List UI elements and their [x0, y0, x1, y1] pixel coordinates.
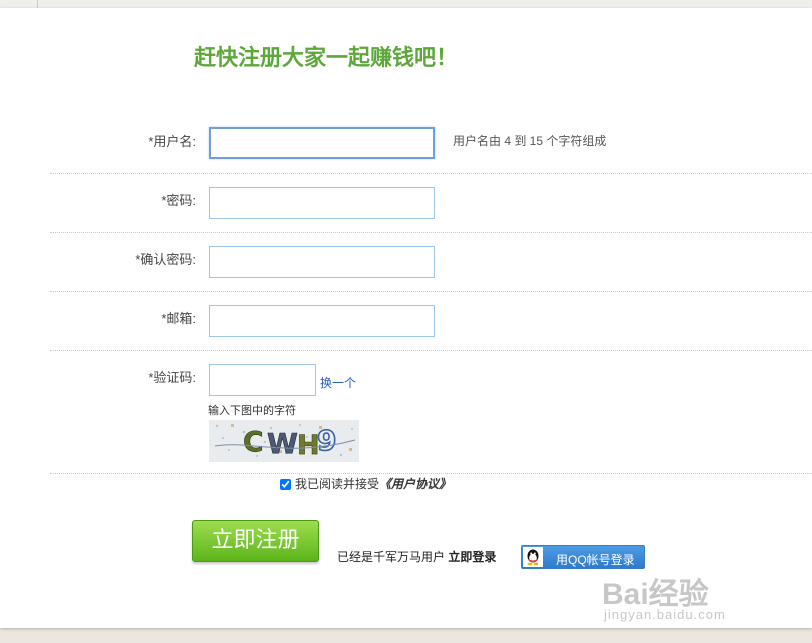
captcha-label: *验证码: [148, 370, 196, 385]
row-divider [50, 173, 812, 174]
already-user-label: 已经是千军万马用户 [337, 550, 446, 564]
register-button[interactable]: 立即注册 [192, 520, 319, 562]
email-row: *邮箱: [50, 305, 812, 337]
confirm-password-label: *确认密码: [135, 252, 196, 267]
login-link[interactable]: 立即登录 [448, 550, 496, 564]
confirm-password-input[interactable] [209, 246, 435, 278]
email-label: *邮箱: [161, 311, 196, 326]
agreement-text: 我已阅读并接受 [295, 477, 380, 491]
top-strip-divider [37, 0, 38, 8]
user-agreement-link[interactable]: 《用户协议》 [379, 477, 451, 491]
agreement-checkbox[interactable] [280, 479, 291, 490]
username-input[interactable] [209, 127, 435, 159]
change-captcha-link[interactable]: 换一个 [320, 374, 356, 391]
username-hint: 用户名由 4 到 15 个字符组成 [453, 134, 607, 148]
qq-penguin-icon [523, 547, 543, 567]
password-label: *密码: [161, 193, 196, 208]
email-input[interactable] [209, 305, 435, 337]
captcha-image[interactable]: C W H 9 [209, 420, 359, 462]
captcha-input[interactable] [209, 364, 316, 396]
username-label: *用户名: [148, 134, 196, 149]
baidu-jingyan-watermark: Bai经验 jingyan.baidu.com [602, 569, 792, 629]
captcha-row: *验证码: 换一个 输入下图中的字符 C W H 9 [50, 364, 812, 464]
qq-login-label: 用QQ帐号登录 [556, 553, 635, 567]
row-divider [50, 291, 812, 292]
captcha-char-c: C [243, 425, 264, 458]
row-divider [50, 350, 812, 351]
password-input[interactable] [209, 187, 435, 219]
captcha-char-w: W [267, 427, 298, 460]
password-row: *密码: [50, 187, 812, 219]
captcha-char-9: 9 [317, 424, 336, 457]
page-title: 赶快注册大家一起赚钱吧！ [193, 45, 458, 71]
captcha-hint: 输入下图中的字符 [208, 405, 296, 417]
row-divider [50, 232, 812, 233]
watermark-url: jingyan.baidu.com [604, 607, 726, 622]
confirm-password-row: *确认密码: [50, 246, 812, 278]
row-divider [50, 473, 812, 474]
qq-login-button[interactable]: 用QQ帐号登录 [521, 545, 645, 569]
already-user-text: 已经是千军万马用户 立即登录 [337, 548, 496, 565]
agreement-row: 我已阅读并接受《用户协议》 [280, 475, 451, 492]
username-row: *用户名: 用户名由 4 到 15 个字符组成 [50, 127, 812, 161]
